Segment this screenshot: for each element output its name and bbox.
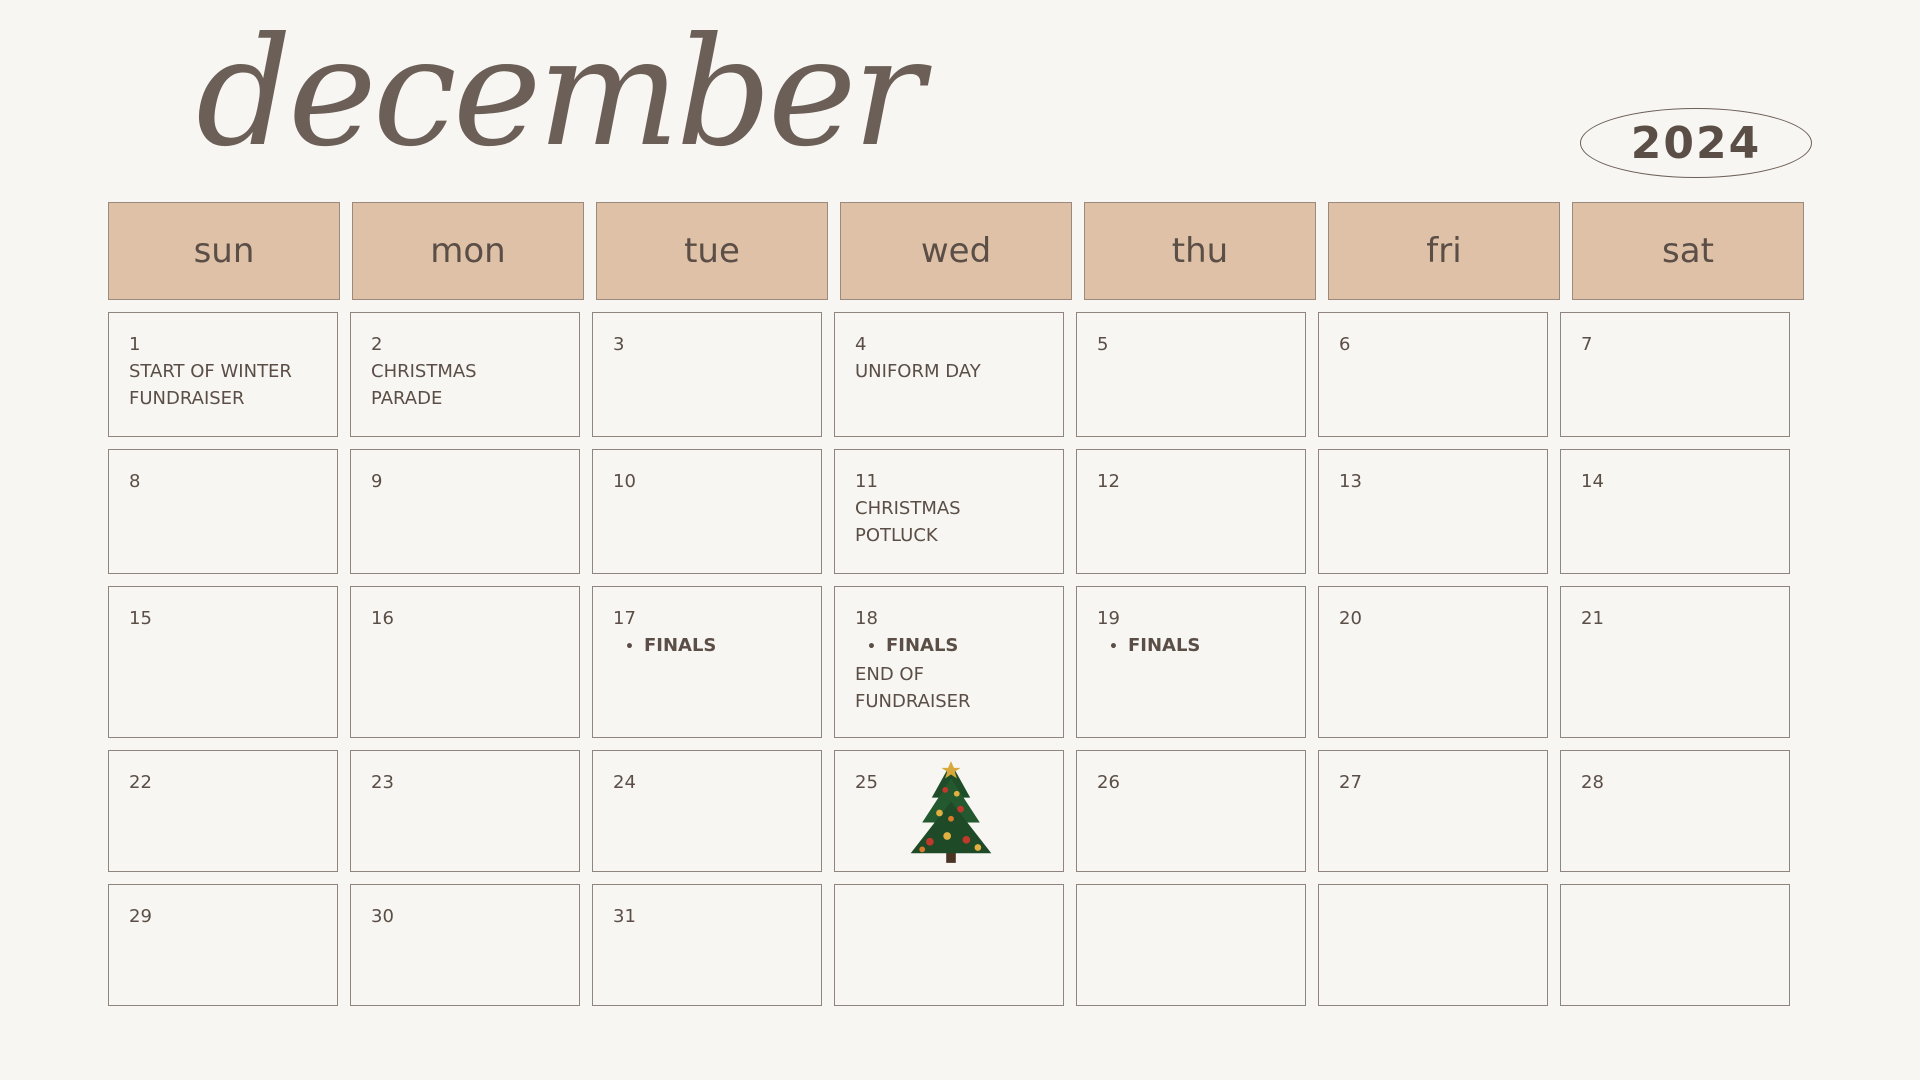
day-number: 2 bbox=[371, 334, 383, 355]
event-bullet: FINALS bbox=[855, 632, 1043, 661]
day-number: 9 bbox=[371, 471, 383, 492]
month-title: december bbox=[196, 6, 924, 180]
week-row-1: 1 START OF WINTER FUNDRAISER 2 CHRISTMAS… bbox=[108, 312, 1804, 437]
day-cell: 1 START OF WINTER FUNDRAISER bbox=[108, 312, 338, 437]
day-number: 6 bbox=[1339, 334, 1351, 355]
weekday-header-sat: sat bbox=[1572, 202, 1804, 300]
day-number: 29 bbox=[129, 906, 152, 927]
day-cell: 30 bbox=[350, 884, 580, 1006]
week-row-3: 15 16 17 FINALS 18 FINALS END OF FUNDRAI… bbox=[108, 586, 1804, 738]
day-number: 12 bbox=[1097, 471, 1120, 492]
day-cell: 2 CHRISTMAS PARADE bbox=[350, 312, 580, 437]
day-number: 15 bbox=[129, 608, 152, 629]
day-cell: 25 bbox=[834, 750, 1064, 872]
day-cell: 22 bbox=[108, 750, 338, 872]
weekday-header-fri: fri bbox=[1328, 202, 1560, 300]
event-text: START OF WINTER bbox=[129, 361, 292, 382]
day-number: 27 bbox=[1339, 772, 1362, 793]
event-bullet: FINALS bbox=[1097, 632, 1285, 661]
day-number: 3 bbox=[613, 334, 625, 355]
day-cell: 17 FINALS bbox=[592, 586, 822, 738]
week-row-4: 22 23 24 25 26 27 28 bbox=[108, 750, 1804, 872]
day-number: 7 bbox=[1581, 334, 1593, 355]
day-number: 21 bbox=[1581, 608, 1604, 629]
day-number: 8 bbox=[129, 471, 141, 492]
day-cell-empty bbox=[834, 884, 1064, 1006]
event-text: FUNDRAISER bbox=[129, 388, 245, 409]
weekday-header-wed: wed bbox=[840, 202, 1072, 300]
day-cell: 31 bbox=[592, 884, 822, 1006]
event-text: UNIFORM DAY bbox=[855, 361, 981, 382]
day-number: 13 bbox=[1339, 471, 1362, 492]
day-number: 10 bbox=[613, 471, 636, 492]
day-cell: 14 bbox=[1560, 449, 1790, 574]
week-row-5: 29 30 31 bbox=[108, 884, 1804, 1006]
year-badge: 2024 bbox=[1580, 108, 1812, 178]
event-text: FUNDRAISER bbox=[855, 691, 971, 712]
day-cell: 13 bbox=[1318, 449, 1548, 574]
day-number: 5 bbox=[1097, 334, 1109, 355]
day-cell: 28 bbox=[1560, 750, 1790, 872]
day-number: 11 bbox=[855, 471, 878, 492]
week-row-2: 8 9 10 11 CHRISTMAS POTLUCK 12 13 14 bbox=[108, 449, 1804, 574]
day-cell: 12 bbox=[1076, 449, 1306, 574]
day-number: 16 bbox=[371, 608, 394, 629]
day-cell: 24 bbox=[592, 750, 822, 872]
event-text: PARADE bbox=[371, 388, 443, 409]
day-number: 18 bbox=[855, 608, 878, 629]
day-number: 24 bbox=[613, 772, 636, 793]
day-cell-empty bbox=[1076, 884, 1306, 1006]
day-cell: 27 bbox=[1318, 750, 1548, 872]
day-cell: 10 bbox=[592, 449, 822, 574]
event-text: CHRISTMAS bbox=[855, 498, 961, 519]
weekday-header-tue: tue bbox=[596, 202, 828, 300]
day-cell: 8 bbox=[108, 449, 338, 574]
day-number: 20 bbox=[1339, 608, 1362, 629]
day-number: 30 bbox=[371, 906, 394, 927]
day-cell: 11 CHRISTMAS POTLUCK bbox=[834, 449, 1064, 574]
day-number: 26 bbox=[1097, 772, 1120, 793]
day-cell: 6 bbox=[1318, 312, 1548, 437]
day-cell: 5 bbox=[1076, 312, 1306, 437]
day-cell: 20 bbox=[1318, 586, 1548, 738]
day-cell: 3 bbox=[592, 312, 822, 437]
day-number: 31 bbox=[613, 906, 636, 927]
day-cell: 15 bbox=[108, 586, 338, 738]
christmas-tree-icon bbox=[910, 761, 992, 863]
day-cell: 26 bbox=[1076, 750, 1306, 872]
day-number: 28 bbox=[1581, 772, 1604, 793]
day-cell: 29 bbox=[108, 884, 338, 1006]
day-number: 4 bbox=[855, 334, 867, 355]
event-text: POTLUCK bbox=[855, 525, 938, 546]
calendar-grid: sun mon tue wed thu fri sat 1 START OF W… bbox=[108, 202, 1804, 1006]
weekday-header-sun: sun bbox=[108, 202, 340, 300]
day-cell: 19 FINALS bbox=[1076, 586, 1306, 738]
day-cell: 18 FINALS END OF FUNDRAISER bbox=[834, 586, 1064, 738]
day-cell: 9 bbox=[350, 449, 580, 574]
event-text: CHRISTMAS bbox=[371, 361, 477, 382]
day-cell: 4 UNIFORM DAY bbox=[834, 312, 1064, 437]
day-cell-empty bbox=[1560, 884, 1790, 1006]
weekday-header-mon: mon bbox=[352, 202, 584, 300]
day-cell-empty bbox=[1318, 884, 1548, 1006]
weekday-header-row: sun mon tue wed thu fri sat bbox=[108, 202, 1804, 300]
event-bullet: FINALS bbox=[613, 632, 801, 661]
day-cell: 16 bbox=[350, 586, 580, 738]
day-number: 23 bbox=[371, 772, 394, 793]
day-number: 1 bbox=[129, 334, 141, 355]
event-text: END OF bbox=[855, 664, 924, 685]
weekday-header-thu: thu bbox=[1084, 202, 1316, 300]
day-cell: 21 bbox=[1560, 586, 1790, 738]
day-number: 22 bbox=[129, 772, 152, 793]
day-cell: 7 bbox=[1560, 312, 1790, 437]
day-number: 14 bbox=[1581, 471, 1604, 492]
day-number: 17 bbox=[613, 608, 636, 629]
day-cell: 23 bbox=[350, 750, 580, 872]
day-number: 19 bbox=[1097, 608, 1120, 629]
